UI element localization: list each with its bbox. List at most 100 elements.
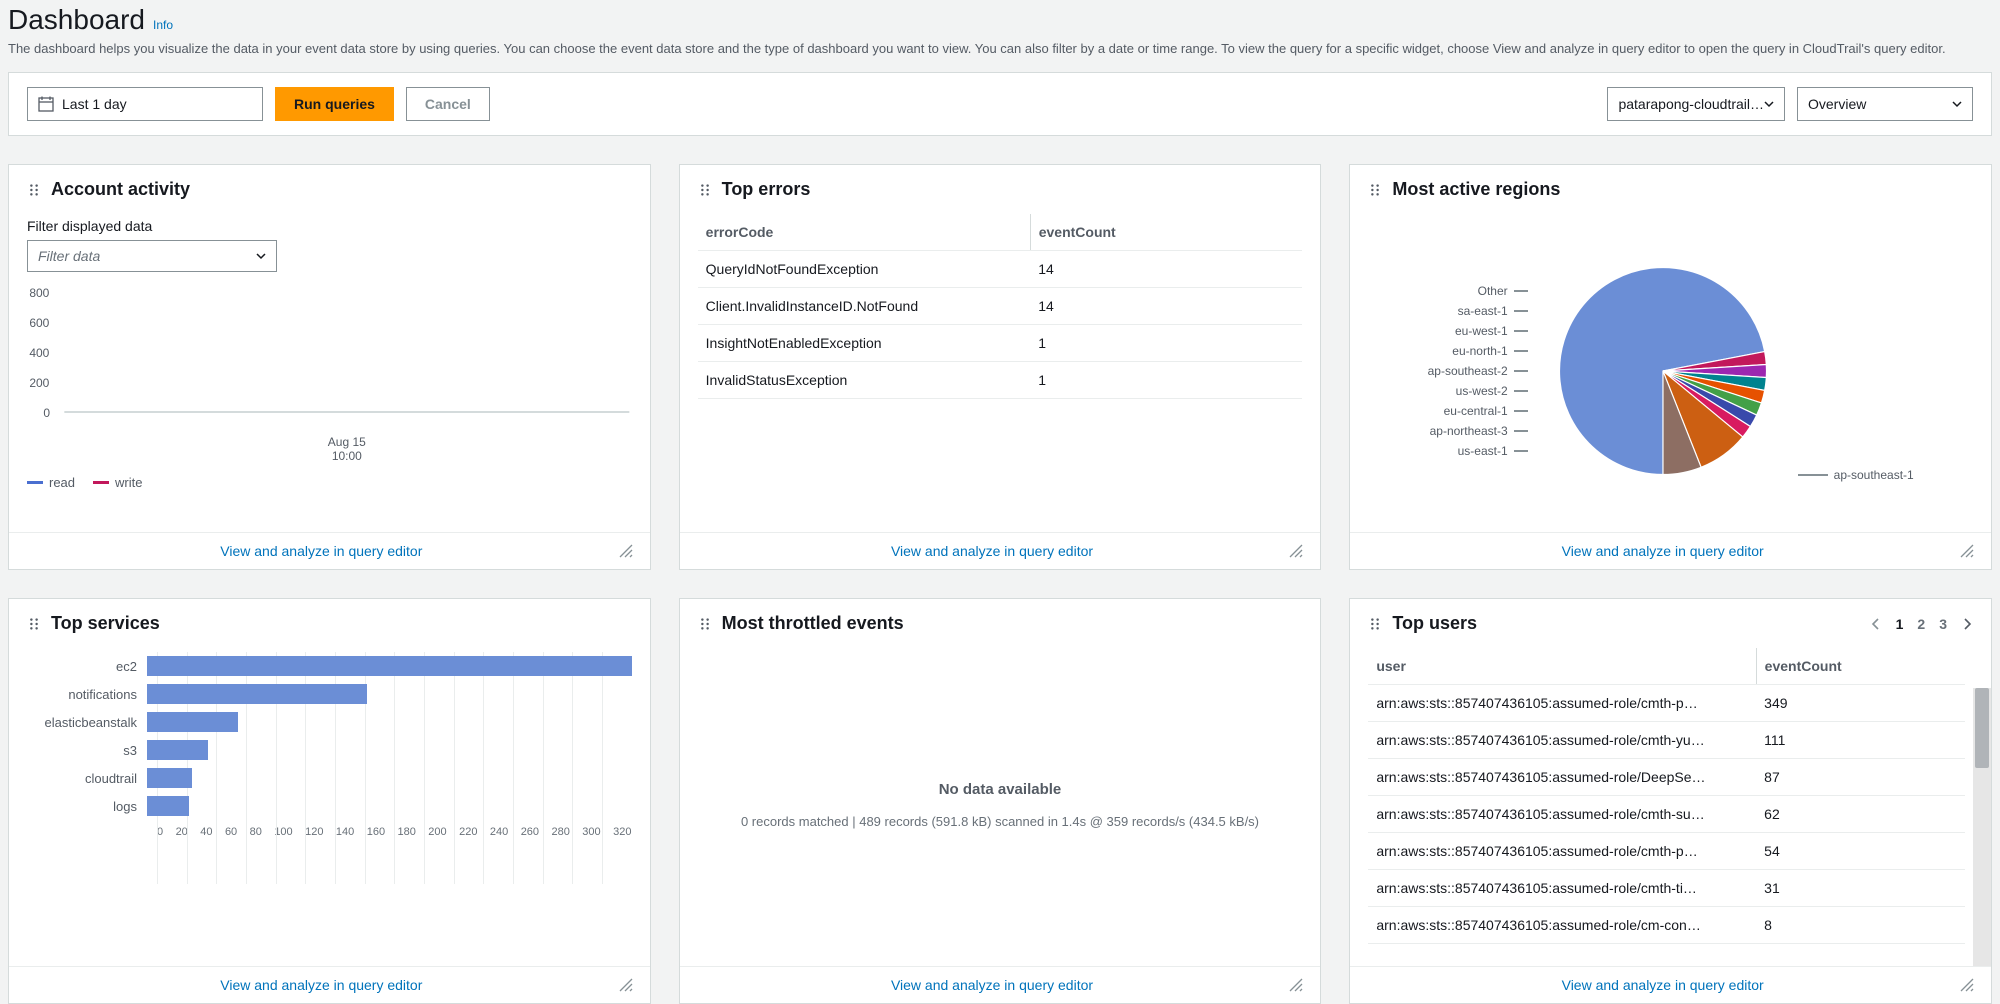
caret-down-icon [1952, 99, 1962, 109]
col-eventcount[interactable]: eventCount [1756, 648, 1965, 685]
caret-down-icon [256, 251, 266, 261]
bar-label: logs [27, 799, 147, 814]
col-user[interactable]: user [1368, 648, 1756, 685]
callout-line [1798, 474, 1828, 476]
bar-label: elasticbeanstalk [27, 715, 147, 730]
bar [147, 684, 367, 704]
x-tick: 100 [274, 826, 292, 838]
info-link[interactable]: Info [153, 18, 173, 32]
view-in-editor-link[interactable]: View and analyze in query editor [25, 543, 618, 559]
chevron-right-icon[interactable] [1961, 618, 1973, 630]
pie-legend-item: sa-east-1 [1428, 301, 1528, 321]
x-tick: 80 [250, 826, 262, 838]
view-in-editor-link[interactable]: View and analyze in query editor [696, 977, 1289, 993]
pie-legend-item: eu-west-1 [1428, 321, 1528, 341]
view-in-editor-link[interactable]: View and analyze in query editor [1366, 543, 1959, 559]
cell-eventcount: 1 [1030, 362, 1302, 399]
event-data-store-select[interactable]: patarapong-cloudtrail… [1607, 87, 1785, 121]
line-chart: 800 600 400 200 0 Aug 15 10:00 [27, 282, 632, 463]
cell-user: arn:aws:sts::857407436105:assumed-role/c… [1368, 833, 1756, 870]
leader-line [1514, 450, 1528, 452]
bar [147, 740, 208, 760]
cell-eventcount: 111 [1756, 722, 1965, 759]
table-row: arn:aws:sts::857407436105:assumed-role/D… [1368, 759, 1965, 796]
svg-text:400: 400 [29, 346, 49, 360]
view-in-editor-link[interactable]: View and analyze in query editor [25, 977, 618, 993]
page-2[interactable]: 2 [1917, 616, 1925, 632]
bar-row: logs [27, 792, 632, 820]
run-queries-button[interactable]: Run queries [275, 87, 394, 121]
legend-write: write [115, 475, 142, 490]
x-tick: 20 [176, 826, 188, 838]
x-tick: 160 [367, 826, 385, 838]
resize-handle-icon[interactable] [618, 543, 634, 559]
resize-handle-icon[interactable] [1288, 977, 1304, 993]
view-in-editor-link[interactable]: View and analyze in query editor [696, 543, 1289, 559]
widget-throttled-events: Most throttled events No data available … [679, 598, 1322, 1004]
filter-data-select[interactable]: Filter data [27, 240, 277, 272]
cell-eventcount: 8 [1756, 907, 1965, 944]
widget-top-services: Top services ec2 notifications elasticbean… [8, 598, 651, 1004]
leader-line [1514, 330, 1528, 332]
drag-handle-icon[interactable] [698, 617, 712, 631]
bar-row: ec2 [27, 652, 632, 680]
cell-errorcode: Client.InvalidInstanceID.NotFound [698, 288, 1031, 325]
dashboard-type-select[interactable]: Overview [1797, 87, 1973, 121]
cell-eventcount: 87 [1756, 759, 1965, 796]
leader-line [1514, 290, 1528, 292]
page-3[interactable]: 3 [1939, 616, 1947, 632]
filter-label: Filter displayed data [27, 218, 632, 234]
bar [147, 712, 238, 732]
table-row: arn:aws:sts::857407436105:assumed-role/c… [1368, 685, 1965, 722]
drag-handle-icon[interactable] [27, 617, 41, 631]
drag-handle-icon[interactable] [1368, 183, 1382, 197]
svg-text:200: 200 [29, 376, 49, 390]
bar-label: notifications [27, 687, 147, 702]
widget-title: Top services [51, 613, 160, 634]
chevron-left-icon[interactable] [1870, 618, 1882, 630]
scrollbar[interactable] [1973, 688, 1991, 966]
bar-row: cloudtrail [27, 764, 632, 792]
col-errorcode[interactable]: errorCode [698, 214, 1031, 251]
x-axis-label-line1: Aug 15 [62, 435, 632, 449]
widget-account-activity: Account activity Filter displayed data F… [8, 164, 651, 570]
pie-legend-label: ap-southeast-2 [1428, 364, 1508, 378]
cell-errorcode: QueryIdNotFoundException [698, 251, 1031, 288]
pie-legend-item: eu-north-1 [1428, 341, 1528, 361]
table-row: InsightNotEnabledException1 [698, 325, 1303, 362]
leader-line [1514, 310, 1528, 312]
hbar-chart: ec2 notifications elasticbeanstalk s3cloudt… [27, 652, 632, 912]
no-data-title: No data available [939, 781, 1062, 798]
resize-handle-icon[interactable] [1959, 543, 1975, 559]
view-in-editor-link[interactable]: View and analyze in query editor [1366, 977, 1959, 993]
scrollbar-thumb[interactable] [1975, 688, 1989, 768]
page-1[interactable]: 1 [1896, 616, 1904, 632]
resize-handle-icon[interactable] [1959, 977, 1975, 993]
page-description: The dashboard helps you visualize the da… [8, 40, 1992, 58]
filter-placeholder: Filter data [38, 248, 100, 264]
top-users-table: user eventCount arn:aws:sts::85740743610… [1368, 648, 1965, 944]
controls-bar: Last 1 day Run queries Cancel patarapong… [8, 72, 1992, 136]
widget-top-users: Top users 1 2 3 user eventCount arn:aws:… [1349, 598, 1992, 1004]
col-eventcount[interactable]: eventCount [1030, 214, 1302, 251]
cell-eventcount: 31 [1756, 870, 1965, 907]
top-errors-table: errorCode eventCount QueryIdNotFoundExce… [698, 214, 1303, 399]
cancel-button[interactable]: Cancel [406, 87, 490, 121]
cell-eventcount: 14 [1030, 288, 1302, 325]
cell-user: arn:aws:sts::857407436105:assumed-role/c… [1368, 870, 1756, 907]
no-data-subtitle: 0 records matched | 489 records (591.8 k… [741, 814, 1259, 829]
widget-title: Most active regions [1392, 179, 1560, 200]
bar-row: s3 [27, 736, 632, 764]
resize-handle-icon[interactable] [618, 977, 634, 993]
bar-row: elasticbeanstalk [27, 708, 632, 736]
time-range-select[interactable]: Last 1 day [27, 87, 263, 121]
cell-user: arn:aws:sts::857407436105:assumed-role/D… [1368, 759, 1756, 796]
table-row: Client.InvalidInstanceID.NotFound14 [698, 288, 1303, 325]
drag-handle-icon[interactable] [27, 183, 41, 197]
drag-handle-icon[interactable] [698, 183, 712, 197]
table-row: QueryIdNotFoundException14 [698, 251, 1303, 288]
drag-handle-icon[interactable] [1368, 617, 1382, 631]
pie-legend-label: us-east-1 [1458, 444, 1508, 458]
resize-handle-icon[interactable] [1288, 543, 1304, 559]
table-row: arn:aws:sts::857407436105:assumed-role/c… [1368, 722, 1965, 759]
